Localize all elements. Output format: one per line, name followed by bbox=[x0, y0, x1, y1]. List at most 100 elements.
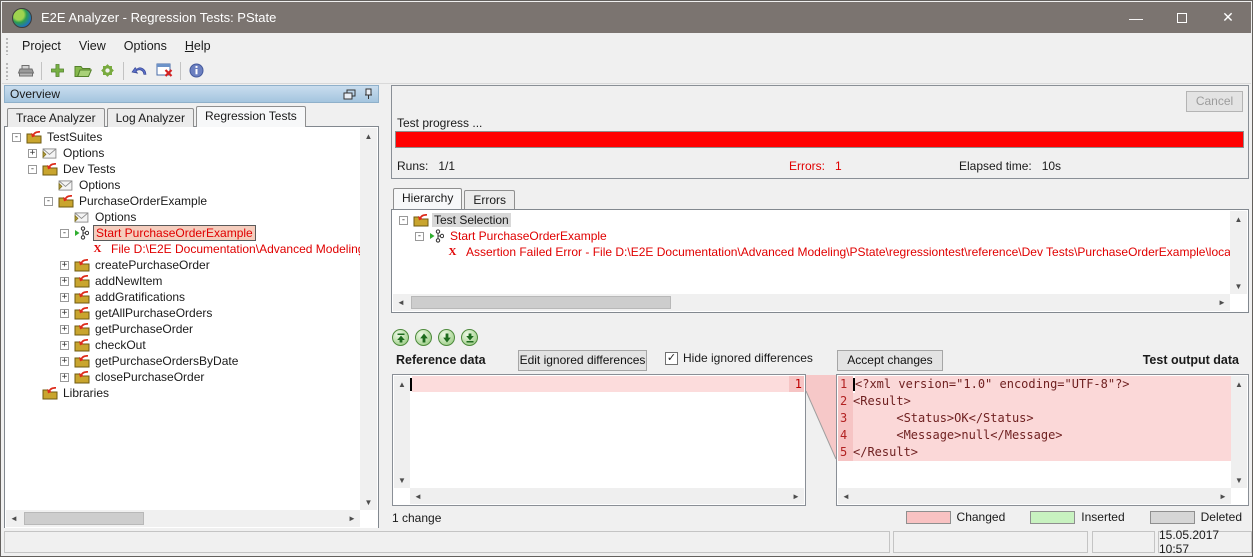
menu-project[interactable]: Project bbox=[13, 35, 70, 57]
collapse-icon[interactable]: - bbox=[28, 165, 37, 174]
tree-item-dev-tests[interactable]: -Dev Tests bbox=[6, 161, 360, 177]
print-icon bbox=[17, 63, 35, 78]
line-number: 4 bbox=[838, 427, 853, 444]
undo-button[interactable] bbox=[127, 59, 152, 82]
settings-button[interactable] bbox=[95, 59, 120, 82]
tree-item-options[interactable]: + Options bbox=[6, 145, 360, 161]
tree-item-getpurchaseorder[interactable]: +getPurchaseOrder bbox=[6, 321, 360, 337]
tree-item-testsuites[interactable]: -TestSuites bbox=[6, 129, 360, 145]
next-difference-button[interactable] bbox=[438, 329, 455, 346]
tree-item-purchaseorderexample[interactable]: -PurchaseOrderExample bbox=[6, 193, 360, 209]
scroll-left-icon[interactable]: ◄ bbox=[838, 488, 854, 504]
expand-icon[interactable]: + bbox=[60, 309, 69, 318]
tree-item-addnewitem[interactable]: +addNewItem bbox=[6, 273, 360, 289]
collapse-icon[interactable]: - bbox=[12, 133, 21, 142]
add-button[interactable] bbox=[45, 59, 70, 82]
scroll-left-icon[interactable]: ◄ bbox=[410, 488, 426, 504]
menu-view[interactable]: View bbox=[70, 35, 115, 57]
minimize-button[interactable]: — bbox=[1113, 2, 1159, 33]
tab-hierarchy[interactable]: Hierarchy bbox=[393, 188, 462, 209]
last-difference-button[interactable] bbox=[461, 329, 478, 346]
output-vertical-scrollbar[interactable]: ▲ ▼ bbox=[1231, 376, 1247, 488]
tree-item-start-purchaseorderexample[interactable]: -Start PurchaseOrderExample bbox=[393, 228, 1230, 244]
pin-icon[interactable] bbox=[364, 88, 373, 100]
tree-item-assertion-failed-error-file-d-e2e-docume[interactable]: XAssertion Failed Error - File D:\E2E Do… bbox=[393, 244, 1230, 260]
output-horizontal-scrollbar[interactable]: ◄ ► bbox=[838, 488, 1231, 504]
scroll-right-icon[interactable]: ► bbox=[788, 488, 804, 504]
results-horizontal-scrollbar[interactable]: ◄ ► bbox=[393, 294, 1230, 311]
reference-vertical-scrollbar[interactable]: ▲ ▼ bbox=[394, 376, 410, 488]
toolbar-grip[interactable] bbox=[5, 62, 9, 80]
tree-horizontal-scrollbar[interactable]: ◄ ► bbox=[6, 510, 360, 527]
expand-icon[interactable]: + bbox=[60, 357, 69, 366]
tab-regression-tests[interactable]: Regression Tests bbox=[196, 106, 306, 127]
line-number: 3 bbox=[838, 410, 853, 427]
expand-icon[interactable]: + bbox=[60, 325, 69, 334]
previous-difference-button[interactable] bbox=[415, 329, 432, 346]
expand-icon[interactable]: + bbox=[60, 373, 69, 382]
float-panel-icon[interactable] bbox=[343, 89, 356, 100]
expand-icon[interactable]: + bbox=[60, 341, 69, 350]
test-output-content[interactable]: 1<?xml version="1.0" encoding="UTF-8"?>2… bbox=[838, 376, 1231, 488]
cancel-button[interactable]: Cancel bbox=[1186, 91, 1243, 112]
maximize-button[interactable] bbox=[1159, 2, 1205, 33]
menu-options[interactable]: Options bbox=[115, 35, 176, 57]
tree-item-file-d-e2e-documentation-advanced-modeli[interactable]: XFile D:\E2E Documentation\Advanced Mode… bbox=[6, 241, 360, 257]
edit-ignored-differences-button[interactable]: Edit ignored differences bbox=[518, 350, 647, 371]
log-error-button[interactable] bbox=[152, 59, 177, 82]
open-folder-button[interactable] bbox=[70, 59, 95, 82]
scroll-left-icon[interactable]: ◄ bbox=[6, 511, 22, 527]
tree-item-closepurchaseorder[interactable]: +closePurchaseOrder bbox=[6, 369, 360, 385]
scroll-right-icon[interactable]: ► bbox=[1214, 295, 1230, 311]
tree-item-options[interactable]: Options bbox=[6, 209, 360, 225]
tree-item-libraries[interactable]: Libraries bbox=[6, 385, 360, 401]
scroll-up-icon[interactable]: ▲ bbox=[394, 376, 410, 392]
collapse-icon[interactable]: - bbox=[60, 229, 69, 238]
scroll-up-icon[interactable]: ▲ bbox=[1231, 376, 1247, 392]
menubar-grip[interactable] bbox=[5, 37, 9, 55]
tab-errors[interactable]: Errors bbox=[464, 190, 515, 209]
scroll-left-icon[interactable]: ◄ bbox=[393, 295, 409, 311]
tab-trace-analyzer[interactable]: Trace Analyzer bbox=[7, 108, 105, 127]
tab-log-analyzer[interactable]: Log Analyzer bbox=[107, 108, 194, 127]
collapse-icon[interactable]: - bbox=[399, 216, 408, 225]
expand-icon[interactable]: + bbox=[60, 261, 69, 270]
reference-data-content[interactable]: 1 bbox=[410, 376, 804, 488]
scrollbar-thumb[interactable] bbox=[24, 512, 144, 525]
scroll-down-icon[interactable]: ▼ bbox=[361, 494, 377, 510]
hide-ignored-checkbox[interactable]: ✓ bbox=[665, 352, 678, 365]
info-button[interactable] bbox=[184, 59, 209, 82]
scroll-down-icon[interactable]: ▼ bbox=[394, 472, 410, 488]
results-vertical-scrollbar[interactable]: ▲ ▼ bbox=[1230, 211, 1247, 294]
tree-item-label: Options bbox=[61, 146, 106, 160]
test-progress-panel: Cancel Test progress ... Runs: 1/1 Error… bbox=[391, 85, 1249, 179]
tree-item-test-selection[interactable]: -Test Selection bbox=[393, 212, 1230, 228]
tree-item-start-purchaseorderexample[interactable]: -Start PurchaseOrderExample bbox=[6, 225, 360, 241]
collapse-icon[interactable]: - bbox=[44, 197, 53, 206]
accept-changes-button[interactable]: Accept changes bbox=[837, 350, 943, 371]
menu-help[interactable]: Help bbox=[176, 35, 220, 57]
tree-item-getpurchaseordersbydate[interactable]: +getPurchaseOrdersByDate bbox=[6, 353, 360, 369]
scroll-down-icon[interactable]: ▼ bbox=[1231, 278, 1247, 294]
print-button[interactable] bbox=[13, 59, 38, 82]
reference-horizontal-scrollbar[interactable]: ◄ ► bbox=[410, 488, 804, 504]
scroll-right-icon[interactable]: ► bbox=[1215, 488, 1231, 504]
tree-item-options[interactable]: Options bbox=[6, 177, 360, 193]
tree-vertical-scrollbar[interactable]: ▲ ▼ bbox=[360, 128, 377, 510]
expand-icon[interactable]: + bbox=[28, 149, 37, 158]
scrollbar-thumb[interactable] bbox=[411, 296, 671, 309]
scroll-up-icon[interactable]: ▲ bbox=[361, 128, 377, 144]
scroll-up-icon[interactable]: ▲ bbox=[1231, 211, 1247, 227]
first-difference-button[interactable] bbox=[392, 329, 409, 346]
scroll-right-icon[interactable]: ► bbox=[344, 511, 360, 527]
collapse-icon[interactable]: - bbox=[415, 232, 424, 241]
expand-icon[interactable]: + bbox=[60, 277, 69, 286]
errors-value: 1 bbox=[835, 159, 842, 173]
tree-item-createpurchaseorder[interactable]: +createPurchaseOrder bbox=[6, 257, 360, 273]
expand-icon[interactable]: + bbox=[60, 293, 69, 302]
tree-item-addgratifications[interactable]: +addGratifications bbox=[6, 289, 360, 305]
scroll-down-icon[interactable]: ▼ bbox=[1231, 472, 1247, 488]
tree-item-checkout[interactable]: +checkOut bbox=[6, 337, 360, 353]
close-button[interactable]: ✕ bbox=[1205, 2, 1251, 33]
tree-item-getallpurchaseorders[interactable]: +getAllPurchaseOrders bbox=[6, 305, 360, 321]
